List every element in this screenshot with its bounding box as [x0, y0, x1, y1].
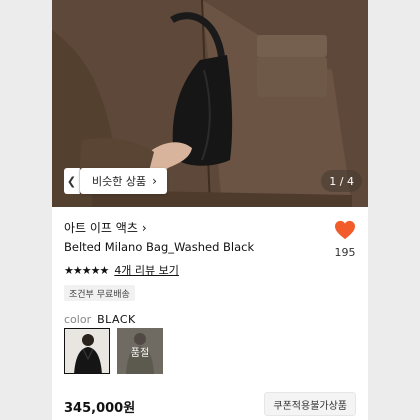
sold-out-overlay: 품절	[117, 328, 163, 374]
similar-products-label: 비슷한 상품	[92, 175, 147, 188]
product-price: 345,000원	[64, 401, 136, 416]
like-count: 195	[334, 246, 356, 259]
chevron-left-icon: ❮	[66, 174, 77, 188]
brand-link[interactable]: 아트 이프 액츠 ›	[64, 219, 147, 236]
chevron-right-icon: ›	[141, 220, 147, 235]
coupon-status-button[interactable]: 쿠폰적용불가상품	[264, 392, 356, 416]
rating-row: ★★★★★ 4개 리뷰 보기	[64, 262, 179, 278]
image-counter: 1 / 4	[321, 170, 362, 192]
review-link[interactable]: 4개 리뷰 보기	[114, 262, 179, 278]
shipping-badge: 조건부 무료배송	[64, 285, 135, 301]
color-label: color	[64, 313, 92, 326]
similar-products-button[interactable]: 비슷한 상품 ›	[80, 168, 167, 194]
swatch-black-thumbnail	[65, 329, 109, 373]
left-background-band	[0, 0, 52, 420]
right-background-band	[368, 0, 420, 420]
product-title: Belted Milano Bag_Washed Black	[64, 240, 255, 254]
star-rating-icon: ★★★★★	[64, 263, 109, 277]
product-detail-page: ❮ 비슷한 상품 › 1 / 4 아트 이프 액츠 › Belted Milan…	[52, 0, 368, 420]
heart-icon	[335, 220, 355, 240]
color-swatch-olive[interactable]: 품절	[117, 328, 163, 374]
left-tab-arrow[interactable]: ❮	[64, 168, 80, 194]
chevron-right-icon: ›	[152, 174, 157, 188]
product-main-image[interactable]: ❮ 비슷한 상품 › 1 / 4	[52, 0, 368, 207]
color-value: BLACK	[97, 313, 136, 326]
color-option-label: color BLACK	[64, 313, 136, 326]
brand-name: 아트 이프 액츠	[64, 221, 138, 235]
color-swatch-black[interactable]	[64, 328, 110, 374]
like-button[interactable]: 195	[332, 220, 358, 259]
